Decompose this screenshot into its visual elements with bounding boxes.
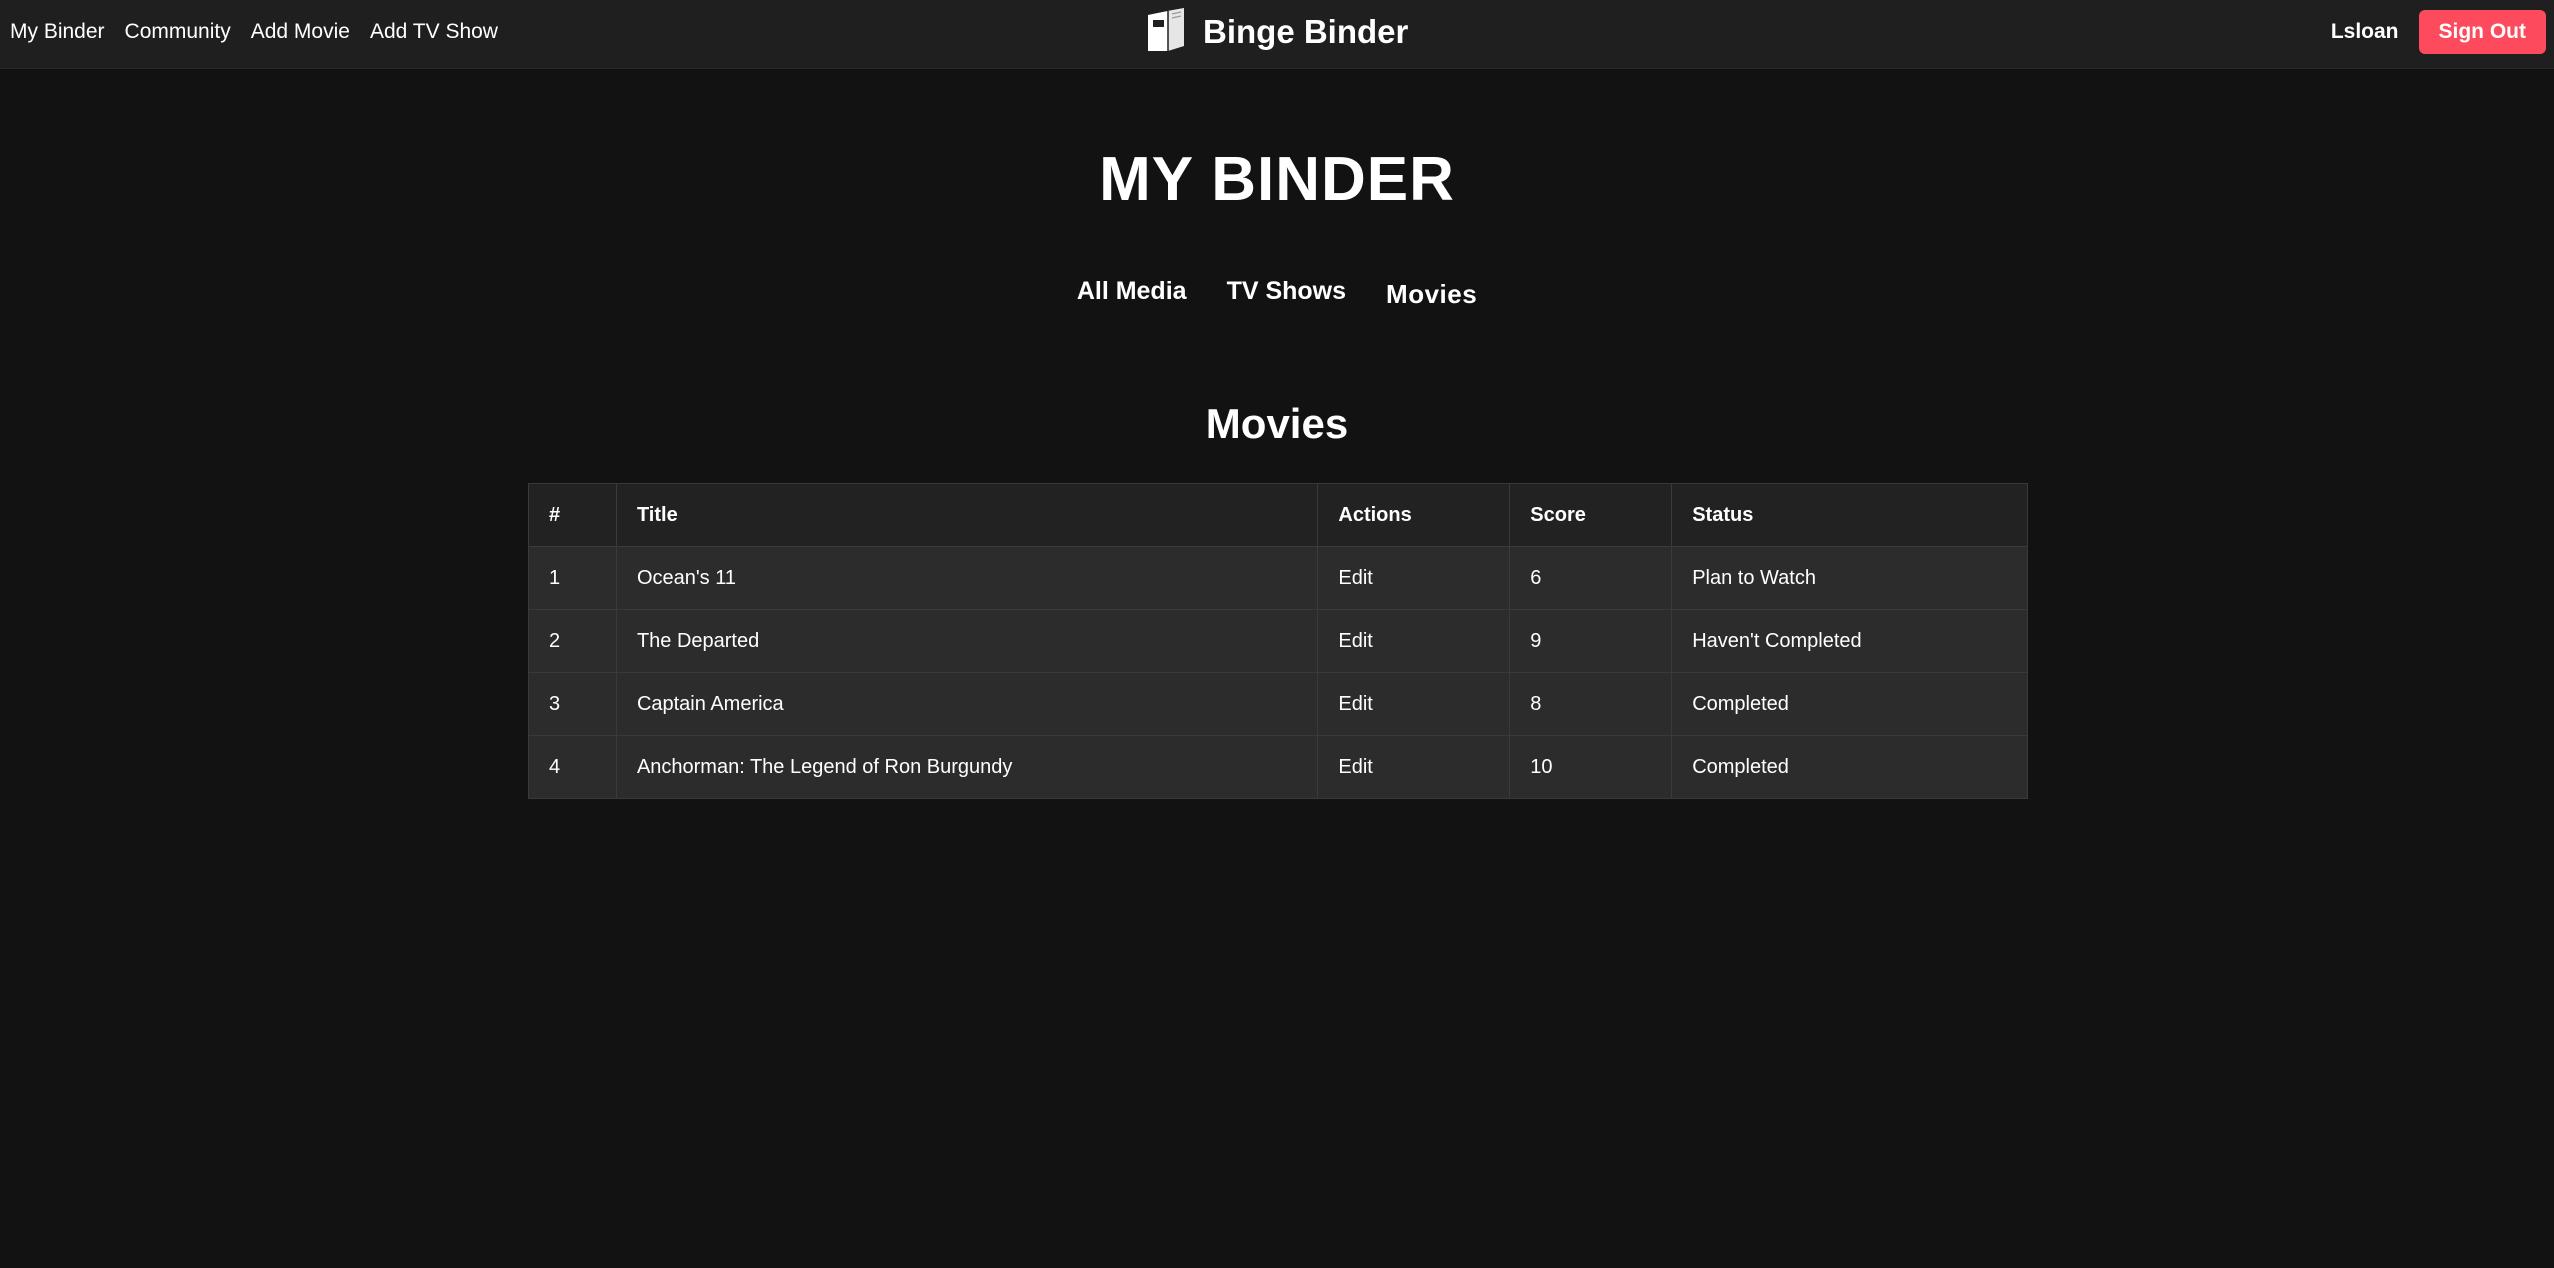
row-status: Haven't Completed <box>1671 609 2028 673</box>
row-status: Plan to Watch <box>1671 546 2028 610</box>
binder-icon <box>1141 5 1191 60</box>
page-title: MY BINDER <box>1099 145 1455 214</box>
nav-links: My Binder Community Add Movie Add TV Sho… <box>10 0 498 64</box>
row-number: 1 <box>528 546 617 610</box>
header-status: Status <box>1671 483 2028 547</box>
row-title: The Departed <box>615 609 1319 673</box>
brand-home-link[interactable]: Binge Binder <box>1141 6 1408 58</box>
nav-add-tv-show-link[interactable]: Add TV Show <box>370 20 498 44</box>
tab-tv-shows[interactable]: TV Shows <box>1227 277 1346 306</box>
header-number: # <box>528 483 617 547</box>
tab-all-media[interactable]: All Media <box>1077 277 1187 306</box>
section-title: Movies <box>1205 400 1349 447</box>
edit-link[interactable]: Edit <box>1338 567 1372 589</box>
top-navbar: My Binder Community Add Movie Add TV Sho… <box>0 0 2554 69</box>
row-score: 8 <box>1509 672 1673 736</box>
row-status: Completed <box>1671 735 2028 799</box>
edit-link[interactable]: Edit <box>1338 630 1372 652</box>
table-row: 1 Ocean's 11 Edit 6 Plan to Watch <box>528 546 2028 610</box>
row-title: Captain America <box>615 672 1319 736</box>
header-actions: Actions <box>1317 483 1511 547</box>
table-row: 4 Anchorman: The Legend of Ron Burgundy … <box>528 735 2028 799</box>
brand-title: Binge Binder <box>1203 13 1409 50</box>
row-number: 2 <box>528 609 617 673</box>
row-status: Completed <box>1671 672 2028 736</box>
nav-community-link[interactable]: Community <box>125 20 231 44</box>
nav-user-area: Lsloan Sign Out <box>2331 10 2546 54</box>
edit-link[interactable]: Edit <box>1338 693 1372 715</box>
row-title: Anchorman: The Legend of Ron Burgundy <box>615 735 1319 799</box>
row-number: 4 <box>528 735 617 799</box>
nav-add-movie-link[interactable]: Add Movie <box>251 20 350 44</box>
row-number: 3 <box>528 672 617 736</box>
table-row: 3 Captain America Edit 8 Completed <box>528 672 2028 736</box>
row-score: 6 <box>1509 546 1673 610</box>
header-score: Score <box>1509 483 1673 547</box>
row-title: Ocean's 11 <box>615 546 1319 610</box>
sign-out-button[interactable]: Sign Out <box>2418 10 2546 54</box>
row-score: 9 <box>1509 609 1673 673</box>
media-filter-tabs: All Media TV Shows Movies <box>0 276 2554 310</box>
nav-my-binder-link[interactable]: My Binder <box>10 20 105 44</box>
edit-link[interactable]: Edit <box>1338 756 1372 778</box>
table-row: 2 The Departed Edit 9 Haven't Completed <box>528 609 2028 673</box>
username-link[interactable]: Lsloan <box>2331 20 2399 44</box>
movies-table: # Title Actions Score Status 1 Ocean's 1… <box>528 483 2028 799</box>
row-score: 10 <box>1509 735 1673 799</box>
tab-movies[interactable]: Movies <box>1386 279 1477 310</box>
header-title: Title <box>615 483 1319 547</box>
table-header-row: # Title Actions Score Status <box>528 483 2028 547</box>
